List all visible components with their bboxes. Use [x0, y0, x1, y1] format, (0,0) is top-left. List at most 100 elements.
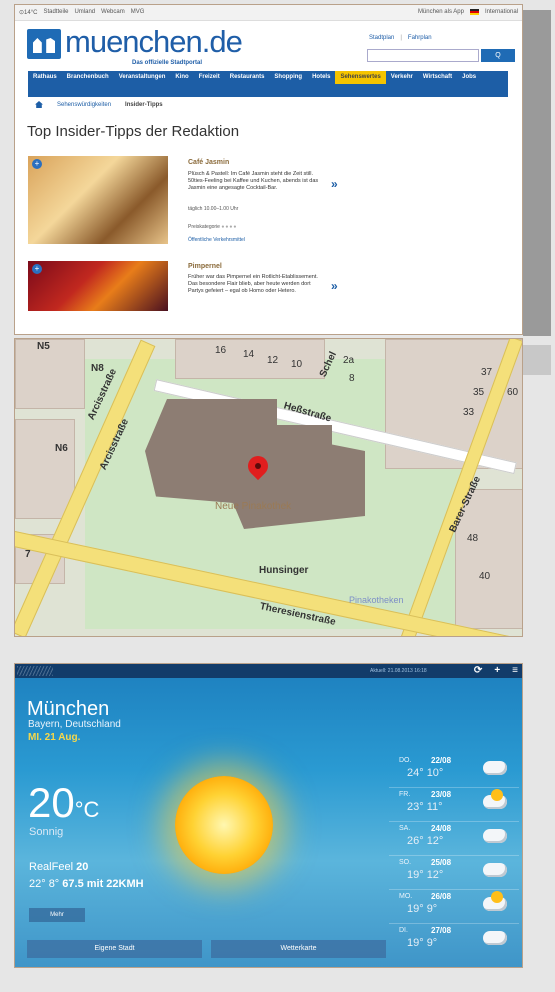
- add-icon[interactable]: +: [494, 665, 500, 676]
- map-label-block: N8: [91, 363, 104, 374]
- map-label-number: 40: [479, 571, 491, 582]
- page-title: Top Insider-Tipps der Redaktion: [27, 123, 240, 140]
- forecast-row[interactable]: SO. 25/08 19° 12°: [389, 856, 519, 890]
- forecast-row[interactable]: MO. 26/08 19° 9°: [389, 890, 519, 924]
- cloud-icon: [483, 761, 507, 775]
- panel-shadow: [523, 345, 551, 375]
- nav-item[interactable]: Freizeit: [194, 71, 225, 84]
- top-link[interactable]: Stadtteile: [43, 9, 68, 16]
- forecast-row[interactable]: DO. 22/08 24° 10°: [389, 754, 519, 788]
- search-button[interactable]: Q: [481, 49, 515, 62]
- top-link[interactable]: Umland: [74, 9, 95, 16]
- logo-icon[interactable]: [27, 29, 61, 59]
- map-label-block: 7: [25, 549, 31, 560]
- top-link[interactable]: Webcam: [101, 9, 125, 16]
- sun-cloud-icon: [483, 891, 507, 911]
- card-title[interactable]: Pimpernel: [188, 263, 222, 270]
- map-label-number: 14: [243, 349, 255, 360]
- nav-item[interactable]: Restaurants: [225, 71, 270, 84]
- app-link[interactable]: München als App: [418, 9, 464, 15]
- card-hours: täglich 10.00–1.00 Uhr: [188, 206, 239, 212]
- nav-item[interactable]: Shopping: [269, 71, 307, 84]
- own-city-button[interactable]: Eigene Stadt: [27, 940, 202, 958]
- hi-lo-wind: 22° 8° 67.5 mit 22KMH: [29, 878, 144, 890]
- card-description: Früher war das Pimpernel ein Rotlicht-Et…: [188, 274, 318, 294]
- map-label-number: 60: [507, 387, 519, 398]
- breadcrumb-item[interactable]: Sehenswürdigkeiten: [57, 102, 111, 108]
- sun-icon: [175, 776, 273, 874]
- map-label-number: 10: [291, 359, 303, 370]
- sun-cloud-icon: [483, 789, 507, 809]
- forecast-row[interactable]: FR. 23/08 23° 11°: [389, 788, 519, 822]
- fahrplan-link[interactable]: Fahrplan: [408, 35, 432, 41]
- forecast-row[interactable]: SA. 24/08 26° 12°: [389, 822, 519, 856]
- forecast-row[interactable]: DI. 27/08 19° 9°: [389, 924, 519, 958]
- logo-subtitle: Das offizielle Stadtportal: [132, 60, 203, 66]
- muenchen-website-panel: ⊙14°C Stadtteile Umland Webcam MVG Münch…: [14, 4, 523, 335]
- map-label-number: 35: [473, 387, 485, 398]
- cloud-icon: [483, 863, 507, 877]
- nav-item[interactable]: Wirtschaft: [418, 71, 457, 84]
- last-updated: Aktuell: 21.08.2013 16:18: [370, 668, 427, 674]
- nav-item[interactable]: Hotels: [307, 71, 335, 84]
- pimpernel-image[interactable]: +: [28, 261, 168, 311]
- cafe-jasmin-image[interactable]: +: [28, 156, 168, 244]
- map-label-number: 48: [467, 533, 479, 544]
- map-label-block: N6: [55, 443, 68, 454]
- weather-panel: Aktuell: 21.08.2013 16:18 ⟳ + ≡ München …: [14, 663, 523, 968]
- separator: |: [400, 35, 402, 41]
- menu-icon[interactable]: ≡: [512, 665, 518, 676]
- stadtplan-link[interactable]: Stadtplan: [369, 35, 394, 41]
- chevron-right-icon[interactable]: »: [331, 279, 338, 293]
- breadcrumb: Sehenswürdigkeiten Insider-Tipps: [35, 101, 163, 108]
- refresh-icon[interactable]: ⟳: [474, 665, 482, 676]
- nav-item[interactable]: Branchenbuch: [62, 71, 114, 84]
- plus-icon[interactable]: +: [32, 159, 42, 169]
- more-button[interactable]: Mehr: [29, 908, 85, 922]
- card-description: Plüsch & Pastell: Im Café Jasmin steht d…: [188, 171, 319, 191]
- logo-text[interactable]: muenchen.de: [65, 24, 243, 60]
- cloud-icon: [483, 829, 507, 843]
- german-flag-icon: [469, 9, 479, 15]
- map-label-neue-pinakothek: Neue Pinakothek: [215, 501, 292, 512]
- map-label-number: 8: [349, 373, 355, 384]
- cloud-icon: [483, 931, 507, 945]
- top-link[interactable]: ⊙14°C: [19, 9, 37, 16]
- region-name: Bayern, Deutschland: [28, 719, 121, 730]
- city-block: [15, 339, 85, 409]
- top-link[interactable]: MVG: [131, 9, 145, 16]
- map-label-number: 16: [215, 345, 227, 356]
- nav-item[interactable]: Veranstaltungen: [114, 71, 171, 84]
- chevron-right-icon[interactable]: »: [331, 177, 338, 191]
- weather-top-bar: Aktuell: 21.08.2013 16:18 ⟳ + ≡: [15, 664, 522, 678]
- city-block: [15, 419, 75, 519]
- weather-condition: Sonnig: [29, 826, 64, 838]
- nav-item[interactable]: Kino: [170, 71, 193, 84]
- plus-icon[interactable]: +: [32, 264, 42, 274]
- home-icon[interactable]: [35, 101, 43, 108]
- search-input[interactable]: [367, 49, 479, 62]
- card-title[interactable]: Café Jasmin: [188, 159, 229, 166]
- nav-item[interactable]: Verkehr: [386, 71, 418, 84]
- weather-map-button[interactable]: Wetterkarte: [211, 940, 386, 958]
- current-temperature: 20°C: [28, 779, 100, 826]
- logo-icon: [17, 666, 53, 676]
- international-link[interactable]: International: [485, 9, 518, 15]
- top-strip: ⊙14°C Stadtteile Umland Webcam MVG Münch…: [15, 5, 522, 21]
- map-label-hunsinger: Hunsinger: [259, 565, 309, 576]
- nav-item[interactable]: Jobs: [457, 71, 481, 84]
- map-label-block: N5: [37, 341, 50, 352]
- panel-shadow: [523, 10, 551, 336]
- current-date: MI. 21 Aug.: [28, 732, 81, 743]
- map-label-pinakotheken: Pinakotheken: [349, 595, 404, 605]
- price-stars-icon: ●●●●: [221, 224, 238, 230]
- map-panel[interactable]: Neue Pinakothek Hunsinger Pinakotheken H…: [14, 338, 523, 637]
- transport-link[interactable]: Öffentliche Verkehrsmittel: [188, 237, 245, 243]
- card-price: Preiskategorie ●●●●: [188, 224, 238, 230]
- map-label-number: 2a: [343, 355, 355, 366]
- breadcrumb-item: Insider-Tipps: [125, 101, 163, 108]
- nav-item-active[interactable]: Sehenswertes: [335, 71, 386, 84]
- nav-item[interactable]: Rathaus: [28, 71, 62, 84]
- map-label-number: 12: [267, 355, 279, 366]
- city-name: München: [27, 698, 110, 720]
